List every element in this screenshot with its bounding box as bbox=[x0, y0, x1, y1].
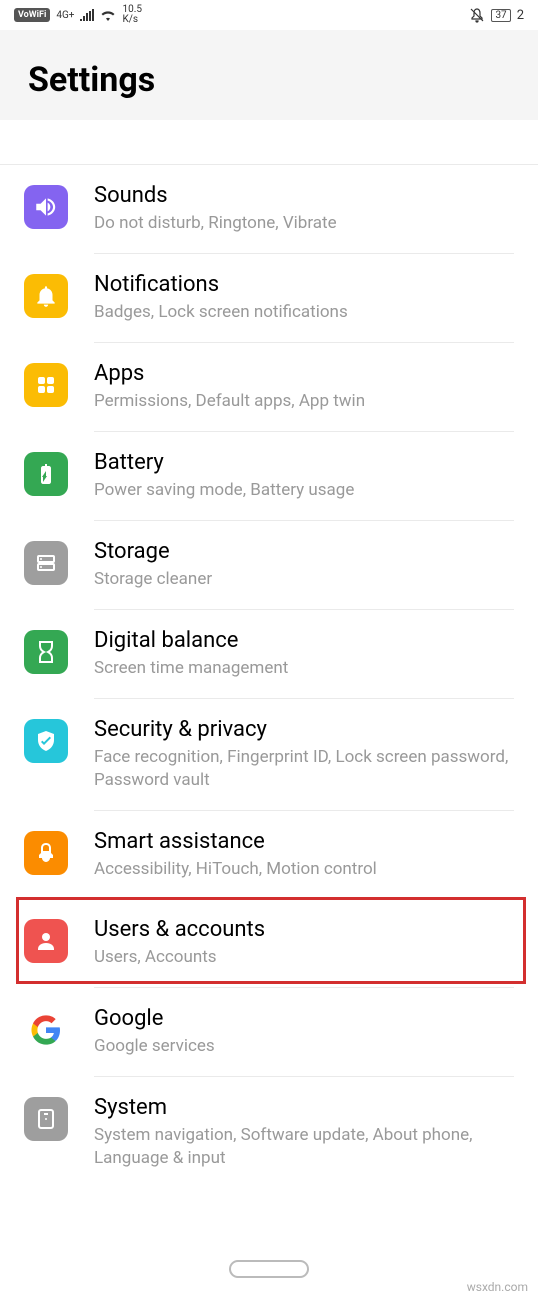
setting-item-system[interactable]: System System navigation, Software updat… bbox=[0, 1077, 538, 1188]
setting-item-apps[interactable]: Apps Permissions, Default apps, App twin bbox=[0, 343, 538, 432]
watermark: wsxdn.com bbox=[467, 1280, 528, 1294]
users-accounts-icon bbox=[24, 919, 68, 963]
notifications-icon bbox=[24, 274, 68, 318]
setting-subtitle: Accessibility, HiTouch, Motion control bbox=[94, 858, 514, 881]
setting-item-google[interactable]: Google Google services bbox=[0, 988, 538, 1077]
setting-subtitle: Storage cleaner bbox=[94, 568, 514, 591]
storage-icon bbox=[24, 541, 68, 585]
setting-item-sounds[interactable]: Sounds Do not disturb, Ringtone, Vibrate bbox=[0, 165, 538, 254]
status-right: 37 2 bbox=[469, 7, 524, 23]
battery-suffix: 2 bbox=[517, 8, 524, 23]
apps-icon bbox=[24, 363, 68, 407]
setting-title: Battery bbox=[94, 450, 514, 475]
settings-list[interactable]: Sounds Do not disturb, Ringtone, Vibrate… bbox=[0, 120, 538, 1188]
setting-subtitle: Badges, Lock screen notifications bbox=[94, 301, 514, 324]
google-icon bbox=[24, 1008, 68, 1052]
setting-title: Digital balance bbox=[94, 628, 514, 653]
setting-subtitle: Google services bbox=[94, 1035, 514, 1058]
battery-indicator: 37 bbox=[491, 9, 510, 22]
wifi-icon bbox=[100, 9, 116, 21]
setting-item-smart-assistance[interactable]: Smart assistance Accessibility, HiTouch,… bbox=[0, 811, 538, 900]
vowifi-badge: VoWiFi bbox=[14, 8, 50, 22]
status-left: VoWiFi 4G+ 10.5 K/s bbox=[14, 5, 142, 25]
battery-icon bbox=[24, 452, 68, 496]
setting-subtitle: System navigation, Software update, Abou… bbox=[94, 1124, 514, 1170]
mute-icon bbox=[469, 7, 485, 23]
setting-item-users-accounts[interactable]: Users & accounts Users, Accounts bbox=[0, 899, 538, 988]
setting-title: System bbox=[94, 1095, 514, 1120]
setting-title: Sounds bbox=[94, 183, 514, 208]
setting-title: Security & privacy bbox=[94, 717, 514, 742]
setting-item-storage[interactable]: Storage Storage cleaner bbox=[0, 521, 538, 610]
setting-title: Notifications bbox=[94, 272, 514, 297]
setting-title: Smart assistance bbox=[94, 829, 514, 854]
digital-balance-icon bbox=[24, 630, 68, 674]
settings-header: Settings bbox=[0, 30, 538, 120]
setting-subtitle: Users, Accounts bbox=[94, 946, 514, 969]
setting-subtitle: Face recognition, Fingerprint ID, Lock s… bbox=[94, 746, 514, 792]
system-icon bbox=[24, 1097, 68, 1141]
page-title: Settings bbox=[28, 60, 510, 100]
setting-title: Google bbox=[94, 1006, 514, 1031]
setting-title: Users & accounts bbox=[94, 917, 514, 942]
network-indicator: 4G+ bbox=[56, 10, 74, 21]
status-bar: VoWiFi 4G+ 10.5 K/s 37 2 bbox=[0, 0, 538, 30]
speed-indicator: 10.5 K/s bbox=[122, 5, 142, 25]
setting-subtitle: Power saving mode, Battery usage bbox=[94, 479, 514, 502]
security-icon bbox=[24, 719, 68, 763]
setting-subtitle: Screen time management bbox=[94, 657, 514, 680]
nav-home-pill[interactable] bbox=[229, 1260, 309, 1278]
truncated-item bbox=[0, 120, 538, 165]
setting-item-digital-balance[interactable]: Digital balance Screen time management bbox=[0, 610, 538, 699]
sounds-icon bbox=[24, 185, 68, 229]
setting-item-security[interactable]: Security & privacy Face recognition, Fin… bbox=[0, 699, 538, 811]
setting-subtitle: Permissions, Default apps, App twin bbox=[94, 390, 514, 413]
setting-title: Storage bbox=[94, 539, 514, 564]
setting-item-notifications[interactable]: Notifications Badges, Lock screen notifi… bbox=[0, 254, 538, 343]
smart-assistance-icon bbox=[24, 831, 68, 875]
setting-item-battery[interactable]: Battery Power saving mode, Battery usage bbox=[0, 432, 538, 521]
setting-subtitle: Do not disturb, Ringtone, Vibrate bbox=[94, 212, 514, 235]
signal-icon bbox=[80, 9, 94, 21]
setting-title: Apps bbox=[94, 361, 514, 386]
